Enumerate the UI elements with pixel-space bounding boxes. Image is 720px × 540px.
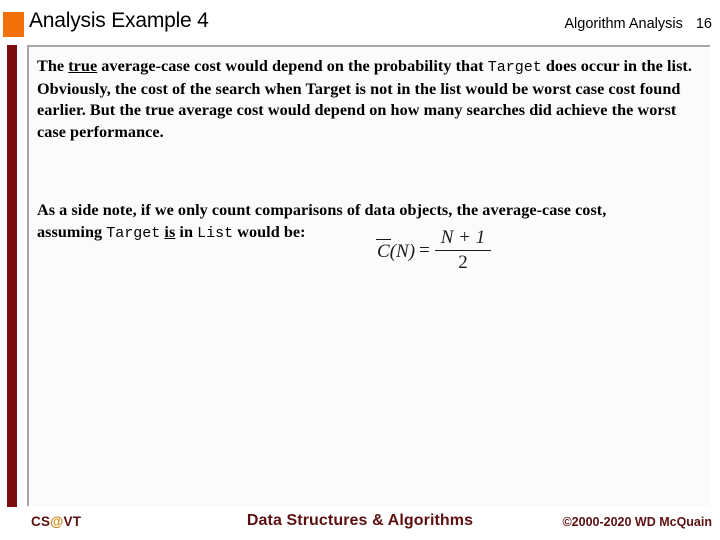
equation-argument: (N) <box>389 240 416 262</box>
para1-code-target: Target <box>487 59 542 76</box>
header-meta: Algorithm Analysis 16 <box>564 16 712 32</box>
equation-fraction: N + 1 2 <box>434 227 492 274</box>
para2-code-target: Target <box>106 224 161 242</box>
para2-seg4: in <box>175 222 198 241</box>
equation-c-bar: C <box>376 238 391 262</box>
slide-header: Analysis Example 4 Algorithm Analysis 16 <box>0 0 720 44</box>
header-subject-label: Algorithm Analysis <box>564 16 683 32</box>
para2-emphasis-is: is <box>164 222 176 241</box>
footer-copyright: ©2000-2020 WD McQuain <box>562 515 712 529</box>
para1-seg1: The <box>37 57 69 75</box>
title-bullet-icon <box>3 12 24 37</box>
left-accent-bar <box>7 45 17 507</box>
para2-code-list: List <box>197 224 234 242</box>
equation-numerator: N + 1 <box>440 227 486 248</box>
page-title: Analysis Example 4 <box>29 9 209 32</box>
para2-seg6: would be: <box>233 222 306 241</box>
equation-lhs: C (N) <box>376 238 416 263</box>
slide-number: 16 <box>695 16 712 32</box>
body-paragraph-1: The true average-case cost would depend … <box>37 56 703 143</box>
para1-seg3: average-case cost would depend on the pr… <box>97 57 488 75</box>
body-paragraph-2: As a side note, if we only count compari… <box>37 200 637 244</box>
equation-relation: = <box>419 239 430 261</box>
average-case-cost-equation: C (N) = N + 1 2 <box>376 227 492 274</box>
slide-footer: CS@VT Data Structures & Algorithms ©2000… <box>0 508 720 540</box>
equation-denominator: 2 <box>458 252 468 273</box>
para1-emphasis-true: true <box>68 57 98 75</box>
